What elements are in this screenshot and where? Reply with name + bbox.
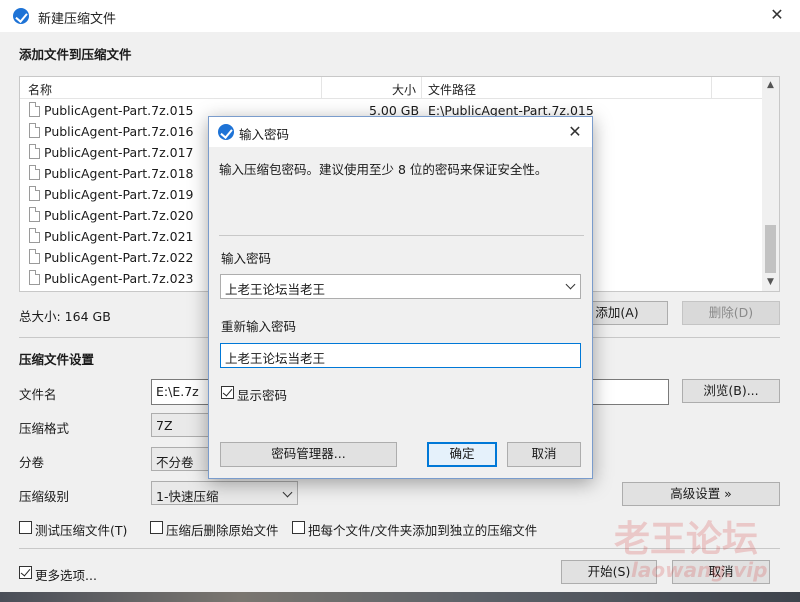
file-name: PublicAgent-Part.7z.021 — [44, 229, 194, 244]
format-value: 7Z — [156, 418, 173, 433]
file-icon — [29, 207, 40, 222]
file-name: PublicAgent-Part.7z.022 — [44, 250, 194, 265]
filename-label: 文件名 — [19, 387, 57, 402]
app-logo-icon — [13, 8, 29, 24]
scroll-thumb[interactable] — [765, 225, 776, 273]
password-field[interactable]: 上老王论坛当老王 — [220, 274, 581, 299]
dialog-title: 输入密码 — [239, 127, 290, 142]
chevron-down-icon — [282, 487, 293, 498]
desktop-background — [0, 592, 800, 602]
total-size-label: 总大小: 164 GB — [19, 309, 111, 324]
file-list-scrollbar[interactable]: ▲ ▼ — [762, 77, 779, 291]
file-name: PublicAgent-Part.7z.016 — [44, 124, 194, 139]
show-password-label[interactable]: 显示密码 — [237, 385, 287, 404]
separate-archives-label[interactable]: 把每个文件/文件夹添加到独立的压缩文件 — [308, 520, 537, 539]
file-name: PublicAgent-Part.7z.023 — [44, 271, 194, 286]
file-name: PublicAgent-Part.7z.018 — [44, 166, 194, 181]
file-name: PublicAgent-Part.7z.015 — [44, 103, 194, 118]
confirm-password-field[interactable]: 上老王论坛当老王 — [220, 343, 581, 368]
delete-after-checkbox[interactable] — [150, 521, 163, 534]
dialog-divider — [219, 235, 584, 236]
file-icon — [29, 270, 40, 285]
file-icon — [29, 165, 40, 180]
file-name: PublicAgent-Part.7z.019 — [44, 187, 194, 202]
test-archive-label[interactable]: 测试压缩文件(T) — [35, 520, 127, 539]
scroll-down-icon[interactable]: ▼ — [762, 274, 779, 291]
app-logo-icon — [218, 124, 234, 140]
remove-button[interactable]: 删除(D) — [682, 301, 780, 325]
split-value: 不分卷 — [156, 455, 194, 470]
column-name[interactable]: 名称 — [28, 81, 52, 98]
add-files-title: 添加文件到压缩文件 — [19, 47, 132, 62]
settings-title: 压缩文件设置 — [19, 352, 95, 367]
more-options-checkbox[interactable] — [19, 566, 32, 579]
watermark-logo-text: 老王论坛 — [614, 519, 759, 560]
level-label: 压缩级别 — [19, 489, 70, 504]
confirm-password-value: 上老王论坛当老王 — [225, 351, 326, 366]
column-divider — [421, 77, 422, 99]
column-path[interactable]: 文件路径 — [428, 81, 476, 98]
browse-button[interactable]: 浏览(B)... — [682, 379, 780, 403]
file-icon — [29, 249, 40, 264]
more-options-label[interactable]: 更多选项... — [35, 565, 97, 584]
ok-button[interactable]: 确定 — [427, 442, 497, 467]
password-label: 输入密码 — [221, 251, 272, 266]
file-name: PublicAgent-Part.7z.017 — [44, 145, 194, 160]
file-icon — [29, 144, 40, 159]
delete-after-label[interactable]: 压缩后删除原始文件 — [166, 520, 279, 539]
level-select[interactable]: 1-快速压缩 — [151, 481, 298, 505]
test-archive-checkbox[interactable] — [19, 521, 32, 534]
advanced-settings-button[interactable]: 高级设置 » — [622, 482, 780, 506]
file-icon — [29, 123, 40, 138]
format-label: 压缩格式 — [19, 421, 70, 436]
show-password-checkbox[interactable] — [221, 386, 234, 399]
file-icon — [29, 186, 40, 201]
dialog-cancel-button[interactable]: 取消 — [507, 442, 581, 467]
column-divider — [321, 77, 322, 99]
watermark-url: laowang.vip — [631, 558, 768, 582]
file-name: PublicAgent-Part.7z.020 — [44, 208, 194, 223]
close-icon[interactable]: ✕ — [762, 0, 792, 30]
password-value: 上老王论坛当老王 — [225, 282, 326, 297]
confirm-password-label: 重新输入密码 — [221, 319, 297, 334]
column-divider — [711, 77, 712, 99]
close-icon[interactable]: ✕ — [561, 117, 589, 145]
column-size[interactable]: 大小 — [392, 81, 416, 98]
password-manager-button[interactable]: 密码管理器... — [220, 442, 397, 467]
separate-archives-checkbox[interactable] — [292, 521, 305, 534]
file-icon — [29, 102, 40, 117]
password-dialog: 输入密码 ✕ 输入压缩包密码。建议使用至少 8 位的密码来保证安全性。 输入密码… — [208, 116, 593, 479]
level-value: 1-快速压缩 — [156, 489, 219, 504]
scroll-up-icon[interactable]: ▲ — [762, 77, 779, 94]
title-bar: 新建压缩文件 ✕ — [0, 0, 800, 32]
chevron-down-icon[interactable] — [565, 279, 576, 290]
file-list-header: 名称 大小 文件路径 — [20, 77, 762, 99]
dialog-description: 输入压缩包密码。建议使用至少 8 位的密码来保证安全性。 — [219, 162, 548, 177]
window-title: 新建压缩文件 — [38, 12, 117, 27]
split-label: 分卷 — [19, 455, 45, 470]
file-icon — [29, 228, 40, 243]
dialog-title-bar: 输入密码 ✕ — [209, 117, 592, 147]
